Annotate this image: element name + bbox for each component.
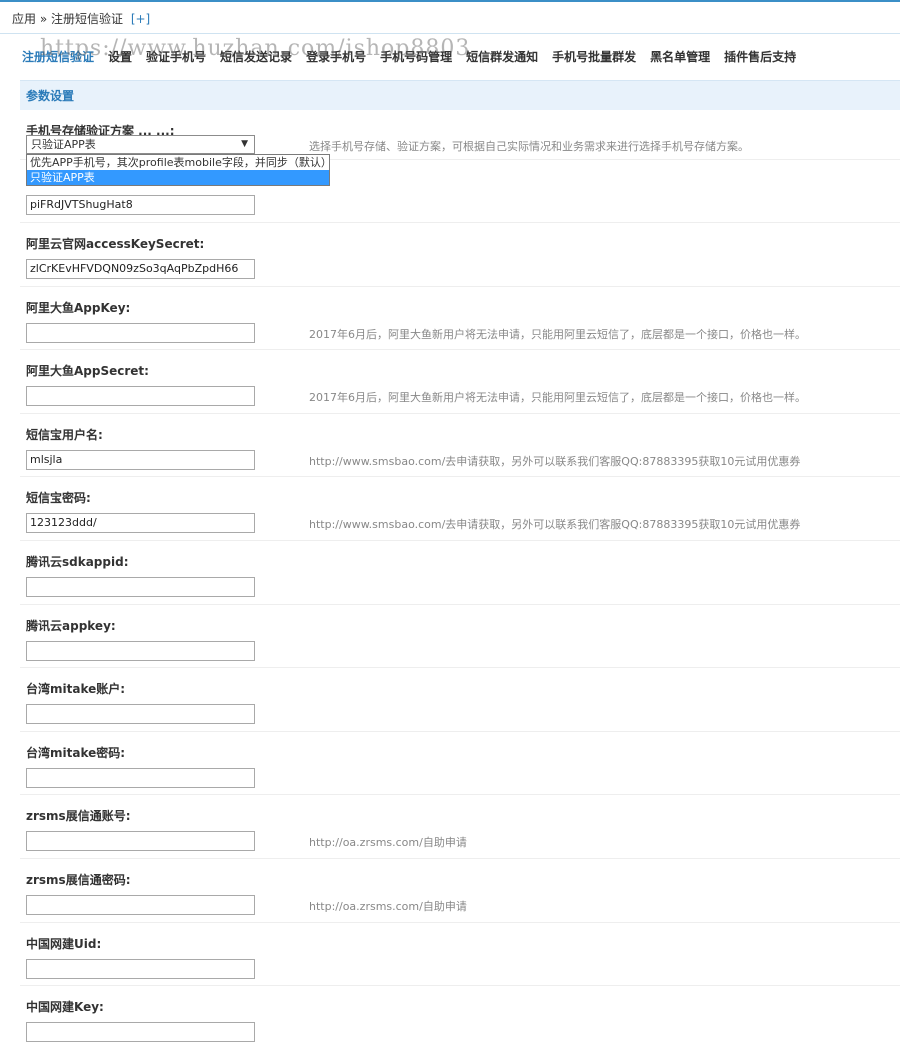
field-row: zrsms展信通密码: http://oa.zrsms.com/自助申请	[20, 859, 900, 923]
zrsms-account-input[interactable]	[26, 831, 255, 852]
field-hint: http://oa.zrsms.com/自助申请	[309, 836, 467, 850]
scheme-option-selected[interactable]: 只验证APP表	[27, 170, 329, 185]
field-hint: http://www.smsbao.com/去申请获取，另外可以联系我们客服QQ…	[309, 518, 801, 532]
field-row: 腾讯云sdkappid:	[20, 541, 900, 605]
field-label: zrsms展信通账号:	[26, 809, 131, 824]
scheme-dropdown: 优先APP手机号，其次profile表mobile字段，并同步（默认） 只验证A…	[26, 154, 332, 186]
smsbao-username-input[interactable]: mlsjla	[26, 449, 255, 470]
tab-login-phone[interactable]: 登录手机号	[306, 48, 366, 65]
smschinese-key-input[interactable]	[26, 1022, 255, 1042]
tab-sms-broadcast[interactable]: 短信群发通知	[466, 48, 538, 65]
field-label: 腾讯云sdkappid:	[26, 554, 129, 569]
tab-support[interactable]: 插件售后支持	[724, 48, 796, 65]
smschinese-uid-input[interactable]	[26, 958, 255, 979]
add-shortcut-link[interactable]: [+]	[131, 12, 150, 26]
section-title: 参数设置	[20, 80, 900, 110]
field-label: 中国网建Uid:	[26, 936, 102, 951]
field-label: 短信宝用户名:	[26, 427, 103, 442]
field-label: 台湾mitake账户:	[26, 682, 126, 697]
tab-phone-manage[interactable]: 手机号码管理	[380, 48, 452, 65]
breadcrumb-text: 应用 » 注册短信验证	[12, 12, 123, 26]
access-key-id-input[interactable]: piFRdJVTShugHat8	[26, 195, 255, 215]
scheme-row: 手机号存储验证方案 ... ...: 只验证APP表 ▼ 优先APP手机号，其次…	[20, 110, 900, 186]
field-hint: http://oa.zrsms.com/自助申请	[309, 899, 467, 913]
field-row: 台湾mitake账户:	[20, 668, 900, 732]
field-row: 腾讯云appkey:	[20, 605, 900, 669]
alidayu-appsecret-input[interactable]	[26, 386, 255, 407]
scheme-select[interactable]: 只验证APP表 ▼	[26, 135, 255, 154]
tab-blacklist[interactable]: 黑名单管理	[650, 48, 710, 65]
tab-phone-batch[interactable]: 手机号批量群发	[552, 48, 636, 65]
tab-verify-phone[interactable]: 验证手机号	[146, 48, 206, 65]
tencent-sdkappid-input[interactable]	[26, 576, 255, 597]
field-label: 台湾mitake密码:	[26, 745, 126, 760]
field-row: 阿里大鱼AppKey: 2017年6月后，阿里大鱼新用户将无法申请，只能用阿里云…	[20, 287, 900, 351]
field-row: 中国网建Key:	[20, 986, 900, 1042]
plugin-nav: 注册短信验证 设置 验证手机号 短信发送记录 登录手机号 手机号码管理 短信群发…	[0, 34, 900, 78]
field-row: zrsms展信通账号: http://oa.zrsms.com/自助申请	[20, 795, 900, 859]
alidayu-appkey-input[interactable]	[26, 322, 255, 343]
field-label: 阿里云官网accessKeySecret:	[26, 237, 205, 251]
mitake-password-input[interactable]	[26, 767, 255, 788]
smsbao-password-input[interactable]: 123123ddd/	[26, 513, 255, 534]
tab-settings[interactable]: 设置	[108, 48, 132, 65]
mitake-account-input[interactable]	[26, 704, 255, 725]
field-row: 短信宝密码: 123123ddd/ http://www.smsbao.com/…	[20, 477, 900, 541]
tab-sms-verify[interactable]: 注册短信验证	[22, 48, 94, 65]
tab-sms-log[interactable]: 短信发送记录	[220, 48, 292, 65]
zrsms-password-input[interactable]	[26, 894, 255, 915]
field-hint: 2017年6月后，阿里大鱼新用户将无法申请，只能用阿里云短信了，底层都是一个接口…	[309, 327, 806, 341]
tencent-appkey-input[interactable]	[26, 640, 255, 661]
breadcrumb: 应用 » 注册短信验证 [+]	[0, 0, 900, 34]
field-label: 腾讯云appkey:	[26, 618, 116, 633]
scheme-hint: 选择手机号存储、验证方案，可根据自己实际情况和业务需求来进行选择手机号存储方案。	[309, 140, 749, 153]
field-row: 阿里云官网accessKeySecret: zlCrKEvHFVDQN09zSo…	[20, 223, 900, 287]
chevron-down-icon: ▼	[241, 139, 248, 149]
field-label: 阿里大鱼AppKey:	[26, 300, 131, 315]
access-key-secret-input[interactable]: zlCrKEvHFVDQN09zSo3qAqPbZpdH66	[26, 259, 255, 279]
field-hint: http://www.smsbao.com/去申请获取，另外可以联系我们客服QQ…	[309, 454, 801, 468]
field-label: 中国网建Key:	[26, 1000, 104, 1015]
field-label: 短信宝密码:	[26, 491, 91, 506]
field-label: 阿里大鱼AppSecret:	[26, 364, 149, 379]
field-row: 中国网建Uid:	[20, 923, 900, 987]
field-hint: 2017年6月后，阿里大鱼新用户将无法申请，只能用阿里云短信了，底层都是一个接口…	[309, 391, 806, 405]
field-label: zrsms展信通密码:	[26, 872, 131, 887]
field-row: 台湾mitake密码:	[20, 732, 900, 796]
field-row: 短信宝用户名: mlsjla http://www.smsbao.com/去申请…	[20, 414, 900, 478]
scheme-select-value: 只验证APP表	[31, 138, 96, 151]
settings-form: 手机号存储验证方案 ... ...: 只验证APP表 ▼ 优先APP手机号，其次…	[20, 110, 900, 1042]
field-row: 阿里大鱼AppSecret: 2017年6月后，阿里大鱼新用户将无法申请，只能用…	[20, 350, 900, 414]
scheme-option[interactable]: 优先APP手机号，其次profile表mobile字段，并同步（默认）	[27, 155, 332, 170]
